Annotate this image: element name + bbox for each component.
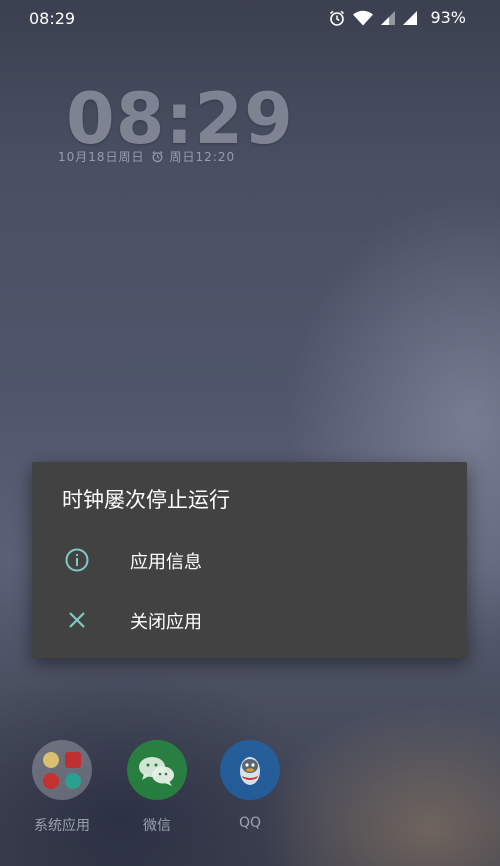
battery-percent: 93%	[430, 8, 466, 27]
signal-icon	[403, 10, 418, 25]
close-app-label: 关闭应用	[130, 612, 202, 633]
app-label: 微信	[143, 818, 171, 834]
app-system-apps[interactable]: 系统应用	[12, 740, 112, 835]
app-wechat[interactable]: 微信	[107, 740, 207, 835]
alarm-icon	[151, 151, 163, 163]
lockscreen-date: 10月18日周日	[58, 150, 145, 164]
app-label: 系统应用	[34, 818, 90, 834]
wifi-icon	[353, 10, 374, 25]
status-time: 08:29	[29, 9, 76, 28]
app-info-label: 应用信息	[130, 552, 202, 573]
close-app-option[interactable]: 关闭应用	[32, 592, 467, 648]
lockscreen-next-alarm: 周日12:20	[169, 150, 236, 164]
wechat-bubbles	[139, 757, 174, 786]
status-bar: 08:29 93%	[0, 0, 500, 38]
status-icons: 93%	[328, 8, 466, 27]
dialog-title: 时钟屡次停止运行	[62, 488, 230, 512]
signal-icon	[381, 10, 396, 25]
wechat-icon	[127, 740, 187, 800]
app-crash-dialog: 时钟屡次停止运行 应用信息 关闭应用	[32, 462, 467, 658]
close-icon	[69, 612, 85, 628]
app-qq[interactable]: QQ	[200, 740, 300, 831]
home-dock: 系统应用 微信 QQ	[0, 740, 500, 840]
qq-icon	[220, 740, 280, 800]
alarm-icon	[330, 10, 345, 26]
folder-icon	[32, 740, 92, 800]
info-icon	[65, 548, 89, 572]
lockscreen-date-row: 10月18日周日 周日12:20	[58, 148, 235, 165]
qq-penguin	[240, 757, 260, 785]
app-label: QQ	[238, 815, 262, 831]
app-info-option[interactable]: 应用信息	[32, 532, 467, 588]
